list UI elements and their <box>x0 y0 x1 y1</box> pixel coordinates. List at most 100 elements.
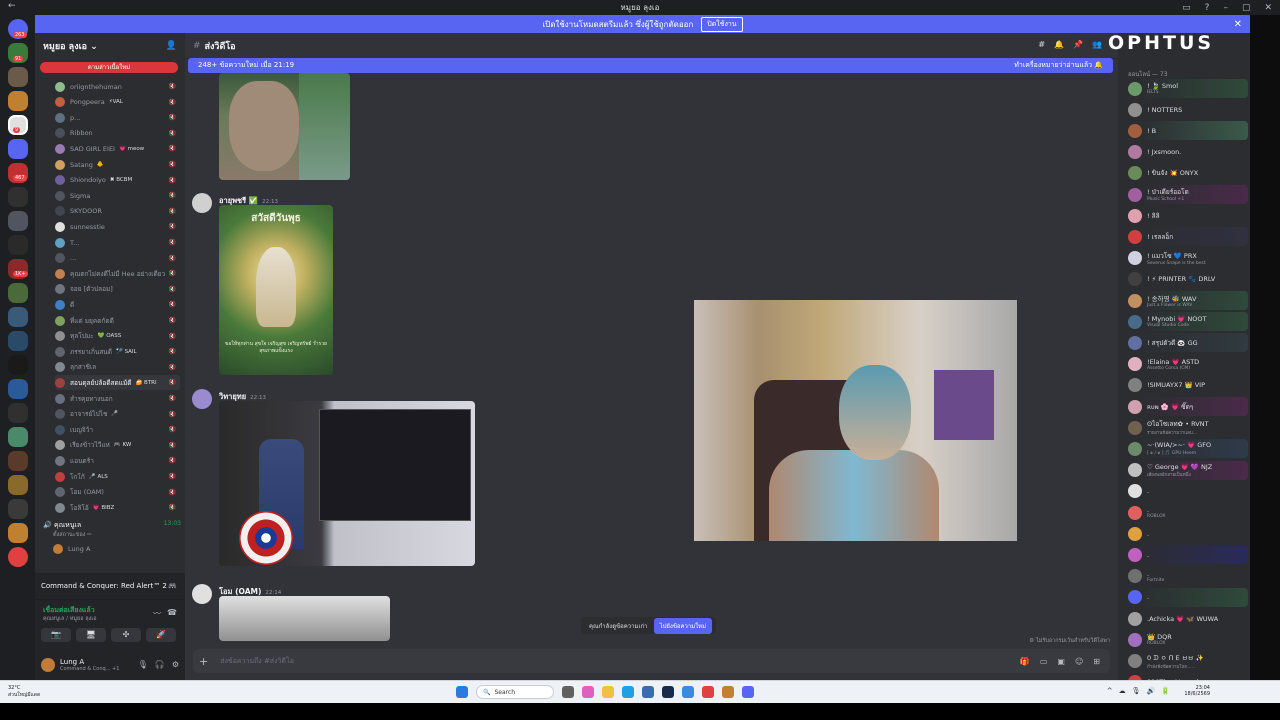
member-list-item[interactable]: . <box>1128 482 1248 501</box>
member-list-item[interactable]: ! ⚡ PRINTER 🐾 DRLV <box>1128 270 1248 289</box>
maximize-button[interactable]: ▢ <box>1242 3 1251 13</box>
sidebar-member-row[interactable]: คุณตกไม่คงดีไม่มี Hee อย่างเดียว 🔇 <box>55 266 180 281</box>
server-icon[interactable] <box>8 331 28 351</box>
close-notice-icon[interactable]: ✕ <box>1234 19 1242 30</box>
member-list-item[interactable]: !Elaina 💗 ASTD Assetto Corsa (CM) <box>1128 355 1248 374</box>
server-icon[interactable] <box>8 355 28 375</box>
member-list-item[interactable]: ! 송하영 🐝 WAV Just a Flower is WAV <box>1128 291 1248 310</box>
edge-icon[interactable] <box>622 686 634 698</box>
sidebar-member-row[interactable]: โกโก้ 🎤 ALS 🔇 <box>55 469 180 484</box>
apps-icon[interactable]: ⊞ <box>1093 657 1100 666</box>
emoji-icon[interactable]: ☺ <box>1075 657 1083 666</box>
start-icon[interactable] <box>456 686 468 698</box>
help-icon[interactable]: ? <box>1205 3 1210 13</box>
tray-overflow-icon[interactable]: ^ <box>1107 687 1113 695</box>
sidebar-member-row[interactable]: ทุลโปมะ 💚 OASS 🔇 <box>55 329 180 344</box>
member-list-item[interactable]: ʘไอโซเลท✿ • RVNT รายงานข้อความว่าแลบ... <box>1128 418 1248 437</box>
member-list-item[interactable]: ! ลิลิ <box>1128 206 1248 225</box>
server-icon[interactable] <box>8 427 28 447</box>
avatar[interactable] <box>192 193 212 213</box>
member-list-item[interactable]: ! 🍃 Smol IELTS <box>1128 79 1248 98</box>
sidebar-member-row[interactable]: Ribbon 🔇 <box>55 126 180 141</box>
sidebar-member-row[interactable]: p... 🔇 <box>55 110 180 125</box>
search-box[interactable]: 🔍 Search <box>476 685 554 699</box>
gamepad-icon[interactable]: 🎮 <box>168 582 177 590</box>
disable-streamer-mode-button[interactable]: ปิดใช้งาน <box>701 16 743 32</box>
avatar[interactable] <box>192 584 212 604</box>
server-icon[interactable] <box>8 91 28 111</box>
message-image[interactable] <box>219 596 390 641</box>
message-image[interactable] <box>219 73 350 180</box>
sidebar-member-row[interactable]: sunnesstie 🔇 <box>55 219 180 234</box>
server-icon[interactable] <box>8 235 28 255</box>
sidebar-member-row[interactable]: SKYDOOR 🔇 <box>55 204 180 219</box>
cloud-icon[interactable]: ☁ <box>1119 687 1126 695</box>
gift-icon[interactable]: 🎁 <box>1020 657 1030 666</box>
message-image-buddha[interactable]: สวัสดีวันพุธ ขอให้ทุกท่าน สุขใจ เจริญสุข… <box>219 205 333 375</box>
clock[interactable]: 23:04 18/6/2569 <box>1184 685 1210 697</box>
add-server-icon[interactable] <box>8 547 28 567</box>
steam-icon[interactable] <box>662 686 674 698</box>
server-icon[interactable] <box>8 211 28 231</box>
app-icon[interactable] <box>582 686 594 698</box>
member-list-item[interactable]: . <box>1128 545 1248 565</box>
member-list-item[interactable]: ♡ George 💗 💜 NJZ เสียงพลย์กลายเป็นหนึ่ง <box>1128 460 1248 480</box>
pin-icon[interactable]: 📌 <box>1073 40 1083 49</box>
sticker-icon[interactable]: ▣ <box>1057 657 1065 666</box>
sidebar-member-row[interactable]: โอลิโอ้ 💗 BIBZ 🔇 <box>55 500 180 515</box>
avatar[interactable] <box>192 389 212 409</box>
app-icon[interactable] <box>722 686 734 698</box>
sidebar-member-row[interactable]: Pongpeera ⚡VAL 🔇 <box>55 95 180 110</box>
disconnect-icon[interactable]: ☎ <box>167 608 177 617</box>
sidebar-member-row[interactable]: T... 🔇 <box>55 235 180 250</box>
camera-button[interactable]: 📷 <box>41 628 71 642</box>
activities-button[interactable]: ✣ <box>111 628 141 642</box>
server-icon[interactable] <box>8 187 28 207</box>
screen-share-button[interactable]: 🖥 <box>76 628 106 642</box>
jump-to-new-button[interactable]: ไปยังข้อความใหม่ <box>653 617 713 634</box>
member-list-item[interactable]: ! ป่าเดียร์ออโต Music School +1 <box>1128 185 1248 204</box>
server-icon[interactable] <box>8 403 28 423</box>
server-icon[interactable] <box>8 451 28 471</box>
member-list-item[interactable]: ! ขินจัง 💥 ONYX <box>1128 164 1248 183</box>
avatar[interactable] <box>41 657 55 672</box>
member-list-item[interactable]: ! เรลลอ็ก <box>1128 227 1248 247</box>
member-list-item[interactable]: 👑 DQR ROBLOX <box>1128 630 1248 649</box>
add-member-icon[interactable]: 👤 <box>166 41 177 51</box>
server-icon[interactable] <box>8 523 28 543</box>
plus-icon[interactable]: + <box>199 655 208 668</box>
message-composer[interactable]: + ส่งข้อความถึง #ส่งวิดีโอ 🎁 ▭ ▣ ☺ ⊞ <box>193 649 1110 673</box>
server-name-header[interactable]: หมูยอ ลุงเอ ⌄ 👤 <box>35 33 185 59</box>
bell-icon[interactable]: 🔔 <box>1054 40 1064 49</box>
sidebar-member-row[interactable]: Sigma 🔇 <box>55 188 180 203</box>
server-icon[interactable] <box>8 475 28 495</box>
headphones-icon[interactable]: 🎧 <box>155 660 165 669</box>
server-icon[interactable] <box>8 379 28 399</box>
member-list-item[interactable]: 0 ᗪ ㅇ ᑎ E ㅂㅂ ✨ กำลังฟังข้อความโลก...... <box>1128 651 1248 670</box>
sidebar-member-row[interactable]: สำรคุยทางนอก 🔇 <box>55 391 180 406</box>
server-icon[interactable] <box>8 139 28 159</box>
member-list-item[interactable]: .Achicka 💗 🦋 WUWA <box>1128 609 1248 628</box>
member-list-item[interactable]: ! B <box>1128 121 1248 141</box>
member-list-item[interactable]: !SIMUAYX7 👑 VIP <box>1128 376 1248 395</box>
new-messages-bar[interactable]: 248+ ข้อความใหม่ เมื่อ 21:19 ทำเครื่องหม… <box>188 58 1113 73</box>
store-icon[interactable] <box>642 686 654 698</box>
microphone-icon[interactable]: 🎙 <box>138 660 148 669</box>
sidebar-member-row[interactable]: Shiondoiyo ✖ BCBM 🔇 <box>55 173 180 188</box>
sidebar-member-row[interactable]: แอนดร้า 🔇 <box>55 453 180 468</box>
member-list-item[interactable]: ! Mynobi 💗 NOOT Visual Studio Code <box>1128 312 1248 332</box>
activity-panel[interactable]: Command & Conquer: Red Alert™ 2 ... 🎮 <box>35 573 185 599</box>
member-list-item[interactable]: ! สรุปตัวดี 🐼 GG <box>1128 333 1248 353</box>
sidebar-member-row[interactable]: โอม (OAM) 🔇 <box>55 485 180 500</box>
sidebar-member-row[interactable]: สอนดุลย์ปล้อดีสดแม้ดี 🍰 BTRI 🔇 <box>55 375 180 391</box>
threads-icon[interactable]: # <box>1038 40 1045 49</box>
server-icon[interactable] <box>8 499 28 519</box>
member-list-item[interactable]: ! Jxsmoon. <box>1128 143 1248 162</box>
sidebar-member-row[interactable]: จอย [ตัวปลอม] 🔇 <box>55 282 180 297</box>
message-image-captain[interactable] <box>219 401 475 566</box>
member-list-item[interactable]: . <box>1128 587 1248 607</box>
member-list-item[interactable]: 010TheeVerander <box>1128 673 1248 680</box>
discord-taskbar-icon[interactable] <box>742 686 754 698</box>
member-list-item[interactable]: ! แมวโซ 💙 PRX Severus Snape is the best <box>1128 249 1248 268</box>
sidebar-member-row[interactable]: SAD GIRL EIEI 💗 meow 🔇 <box>55 141 180 156</box>
